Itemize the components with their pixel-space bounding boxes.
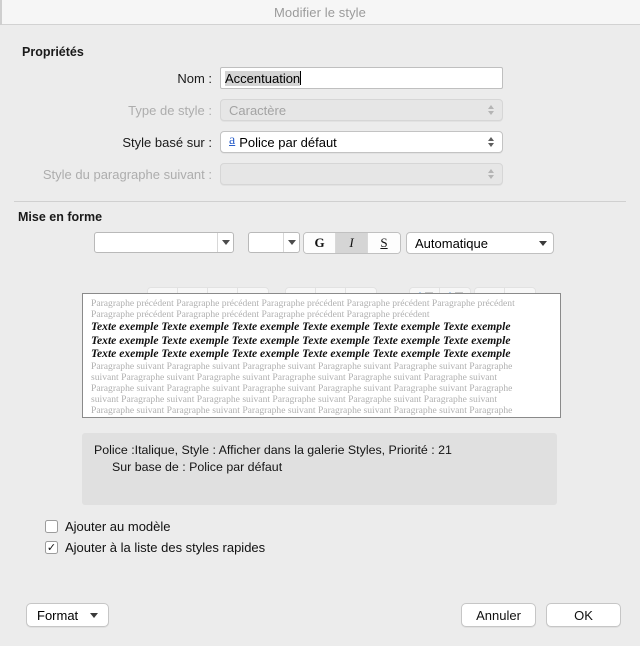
chevron-down-icon[interactable] bbox=[217, 233, 233, 252]
description-line-1: Police :Italique, Style : Afficher dans … bbox=[94, 443, 452, 457]
checkbox-box[interactable]: ✓ bbox=[45, 541, 58, 554]
preview-next-paragraph-line: Paragraphe suivant Paragraphe suivant Pa… bbox=[91, 360, 513, 372]
section-title-formatting: Mise en forme bbox=[18, 210, 103, 224]
chevron-down-icon bbox=[90, 612, 99, 618]
style-description: Police :Italique, Style : Afficher dans … bbox=[82, 433, 557, 505]
label-based-on: Style basé sur : bbox=[122, 134, 212, 150]
chevron-updown-icon bbox=[486, 166, 496, 182]
cancel-button[interactable]: Annuler bbox=[461, 603, 536, 627]
field-row-name: Nom : Accentuation bbox=[0, 67, 510, 89]
chevron-down-icon[interactable] bbox=[283, 233, 299, 252]
dialog-content: Propriétés Nom : Accentuation Type de st… bbox=[0, 25, 640, 646]
chevron-down-icon bbox=[539, 240, 547, 246]
format-menu-button[interactable]: Format bbox=[26, 603, 109, 627]
preview-next-paragraph-line: suivant Paragraphe suivant Paragraphe su… bbox=[91, 371, 498, 383]
based-on-value: Police par défaut bbox=[239, 134, 337, 150]
window-titlebar: Modifier le style bbox=[0, 0, 640, 25]
preview-sample-line: Texte exemple Texte exemple Texte exempl… bbox=[91, 333, 511, 347]
window-title: Modifier le style bbox=[273, 4, 366, 20]
section-divider bbox=[14, 201, 626, 202]
field-row-based-on: Style basé sur : a Police par défaut bbox=[0, 131, 510, 153]
field-row-style-type: Type de style : Caractère bbox=[0, 99, 510, 121]
bold-label: G bbox=[314, 235, 325, 250]
ok-button[interactable]: OK bbox=[546, 603, 621, 627]
font-color-select[interactable]: Automatique bbox=[406, 232, 554, 254]
font-size-combo[interactable] bbox=[248, 232, 300, 253]
chevron-updown-icon bbox=[486, 134, 496, 150]
preview-next-paragraph-line: suivant Paragraphe suivant Paragraphe su… bbox=[91, 394, 498, 406]
text-caret bbox=[300, 71, 302, 85]
checkbox-add-to-quick-styles[interactable]: ✓ Ajouter à la liste des styles rapides bbox=[45, 540, 265, 555]
based-on-select[interactable]: a Police par défaut bbox=[220, 131, 503, 153]
next-style-select bbox=[220, 163, 503, 185]
bold-button[interactable]: G bbox=[304, 233, 336, 253]
underline-label: S bbox=[380, 235, 388, 250]
ok-label: OK bbox=[574, 607, 593, 623]
italic-label: I bbox=[349, 235, 354, 250]
checkbox-label: Ajouter au modèle bbox=[65, 519, 171, 534]
font-color-value: Automatique bbox=[415, 235, 488, 251]
preview-sample-line: Texte exemple Texte exemple Texte exempl… bbox=[91, 347, 511, 361]
preview-previous-paragraph-line: Paragraphe précédent Paragraphe précéden… bbox=[91, 309, 430, 320]
label-style-type: Type de style : bbox=[128, 102, 212, 118]
checkbox-box[interactable]: ✓ bbox=[45, 520, 58, 533]
label-next-style: Style du paragraphe suivant : bbox=[42, 166, 212, 182]
italic-button[interactable]: I bbox=[336, 233, 368, 253]
font-family-combo[interactable] bbox=[94, 232, 234, 253]
preview-next-paragraph-line: Paragraphe suivant Paragraphe suivant Pa… bbox=[91, 383, 513, 395]
style-type-value: Caractère bbox=[229, 102, 287, 118]
checkbox-add-to-template[interactable]: ✓ Ajouter au modèle bbox=[45, 519, 171, 534]
preview-next-paragraph-line: Paragraphe suivant Paragraphe suivant Pa… bbox=[91, 405, 513, 417]
preview-sample-line: Texte exemple Texte exemple Texte exempl… bbox=[91, 320, 511, 334]
underline-button[interactable]: S bbox=[368, 233, 400, 253]
label-name: Nom : bbox=[177, 70, 212, 86]
format-menu-label: Format bbox=[37, 607, 79, 623]
chevron-updown-icon bbox=[486, 102, 496, 118]
preview-next-paragraph-line: suivant Paragraphe suivant Paragraphe su… bbox=[91, 417, 552, 418]
name-input-value: Accentuation bbox=[225, 70, 301, 86]
preview-previous-paragraph-line: Paragraphe précédent Paragraphe précéden… bbox=[91, 299, 515, 309]
style-preview: Paragraphe précédent Paragraphe précéden… bbox=[82, 293, 561, 418]
field-row-next-style: Style du paragraphe suivant : bbox=[0, 163, 510, 185]
text-style-button-group: G I S bbox=[303, 232, 401, 254]
style-type-select: Caractère bbox=[220, 99, 503, 121]
checkbox-label: Ajouter à la liste des styles rapides bbox=[65, 540, 266, 555]
section-title-properties: Propriétés bbox=[22, 45, 84, 59]
description-line-2: Sur base de : Police par défaut bbox=[112, 460, 283, 474]
cancel-label: Annuler bbox=[476, 607, 521, 623]
a-character-style-icon: a bbox=[229, 133, 236, 148]
name-input[interactable]: Accentuation bbox=[220, 67, 503, 89]
